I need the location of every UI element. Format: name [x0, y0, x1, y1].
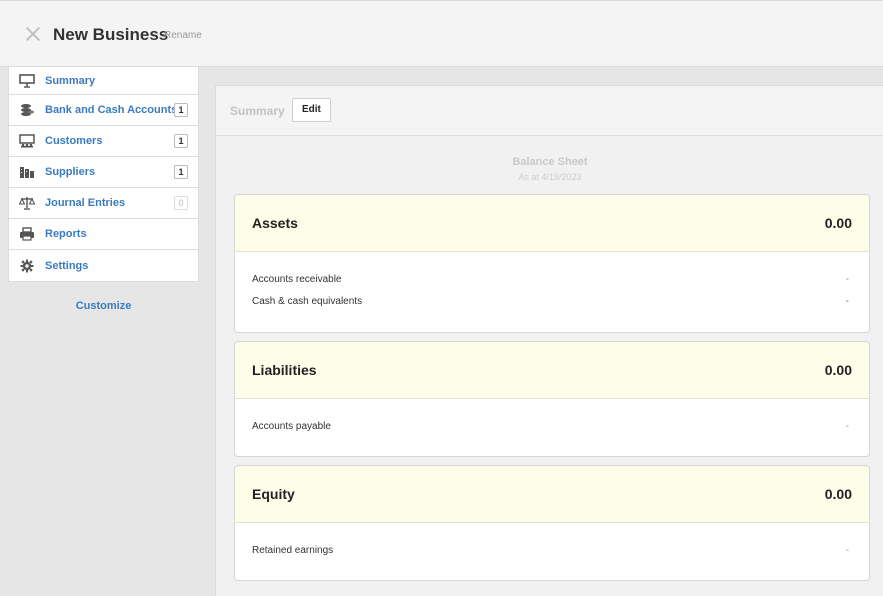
account-label: Retained earnings: [252, 545, 334, 556]
count-badge: 1: [174, 103, 188, 117]
card-header: Equity 0.00: [235, 466, 869, 523]
edit-button[interactable]: Edit: [292, 98, 331, 122]
account-row[interactable]: Accounts payable -: [252, 421, 849, 435]
sidebar-item-reports[interactable]: Reports: [9, 219, 198, 250]
account-row[interactable]: Retained earnings -: [252, 545, 849, 559]
report-date: As at 4/19/2023: [518, 172, 582, 182]
sidebar-item-label: Journal Entries: [45, 197, 126, 209]
account-value: -: [845, 421, 849, 432]
customize-link[interactable]: Customize: [8, 300, 199, 312]
suppliers-icon: [19, 164, 35, 180]
section-total: 0.00: [824, 215, 852, 231]
sidebar-item-bank-and-cash-accounts[interactable]: Bank and Cash Accounts 1: [9, 95, 198, 126]
equity-card: Equity 0.00 Retained earnings -: [234, 465, 870, 581]
sidebar-item-label: Bank and Cash Accounts: [45, 104, 178, 116]
sidebar: Summary Bank and Cash Accounts 1 Custome…: [8, 67, 199, 282]
business-name: New Business: [53, 25, 169, 44]
rename-link[interactable]: Rename: [164, 30, 202, 41]
sidebar-item-customers[interactable]: Customers 1: [9, 126, 198, 157]
account-row[interactable]: Cash & cash equivalents -: [252, 296, 849, 310]
sidebar-item-label: Settings: [45, 259, 89, 272]
sidebar-item-suppliers[interactable]: Suppliers 1: [9, 157, 198, 188]
toolbar: Summary Edit: [216, 86, 883, 136]
customers-icon: [19, 133, 35, 149]
account-value: -: [845, 274, 849, 285]
top-header: New Business Rename: [0, 0, 883, 67]
section-title: Equity: [252, 486, 295, 502]
account-label: Accounts receivable: [252, 274, 342, 285]
account-row[interactable]: Accounts receivable -: [252, 274, 849, 288]
sidebar-item-summary[interactable]: Summary: [9, 67, 198, 95]
report-title: Balance Sheet: [512, 156, 588, 168]
sidebar-item-label: Suppliers: [45, 166, 96, 178]
section-title: Assets: [252, 215, 298, 231]
count-badge: 1: [174, 134, 188, 148]
count-badge: 0: [174, 196, 188, 210]
liabilities-card: Liabilities 0.00 Accounts payable -: [234, 341, 870, 457]
scales-icon: [19, 195, 35, 211]
coins-icon: [19, 102, 35, 118]
account-value[interactable]: -: [846, 296, 849, 307]
close-icon[interactable]: [24, 25, 42, 43]
count-badge: 1: [174, 165, 188, 179]
sidebar-item-label: Summary: [45, 74, 96, 87]
account-value: -: [845, 545, 849, 556]
assets-card: Assets 0.00 Accounts receivable - Cash &…: [234, 194, 870, 333]
account-label: Accounts payable: [252, 421, 331, 432]
sidebar-item-settings[interactable]: Settings: [9, 250, 198, 281]
account-label: Cash & cash equivalents: [252, 296, 363, 307]
section-total: 0.00: [824, 362, 852, 378]
sidebar-item-journal-entries[interactable]: Journal Entries 0: [9, 188, 198, 219]
breadcrumb: Summary: [230, 104, 285, 118]
main-panel: Summary Edit Balance Sheet As at 4/19/20…: [215, 85, 883, 596]
section-title: Liabilities: [252, 362, 317, 378]
card-header: Assets 0.00: [235, 195, 869, 252]
sidebar-item-label: Reports: [45, 228, 87, 240]
card-header: Liabilities 0.00: [235, 342, 869, 399]
printer-icon: [19, 226, 35, 242]
sidebar-item-label: Customers: [45, 135, 103, 147]
section-total: 0.00: [824, 486, 852, 502]
gear-icon: [19, 258, 35, 274]
presentation-icon: [19, 73, 35, 89]
